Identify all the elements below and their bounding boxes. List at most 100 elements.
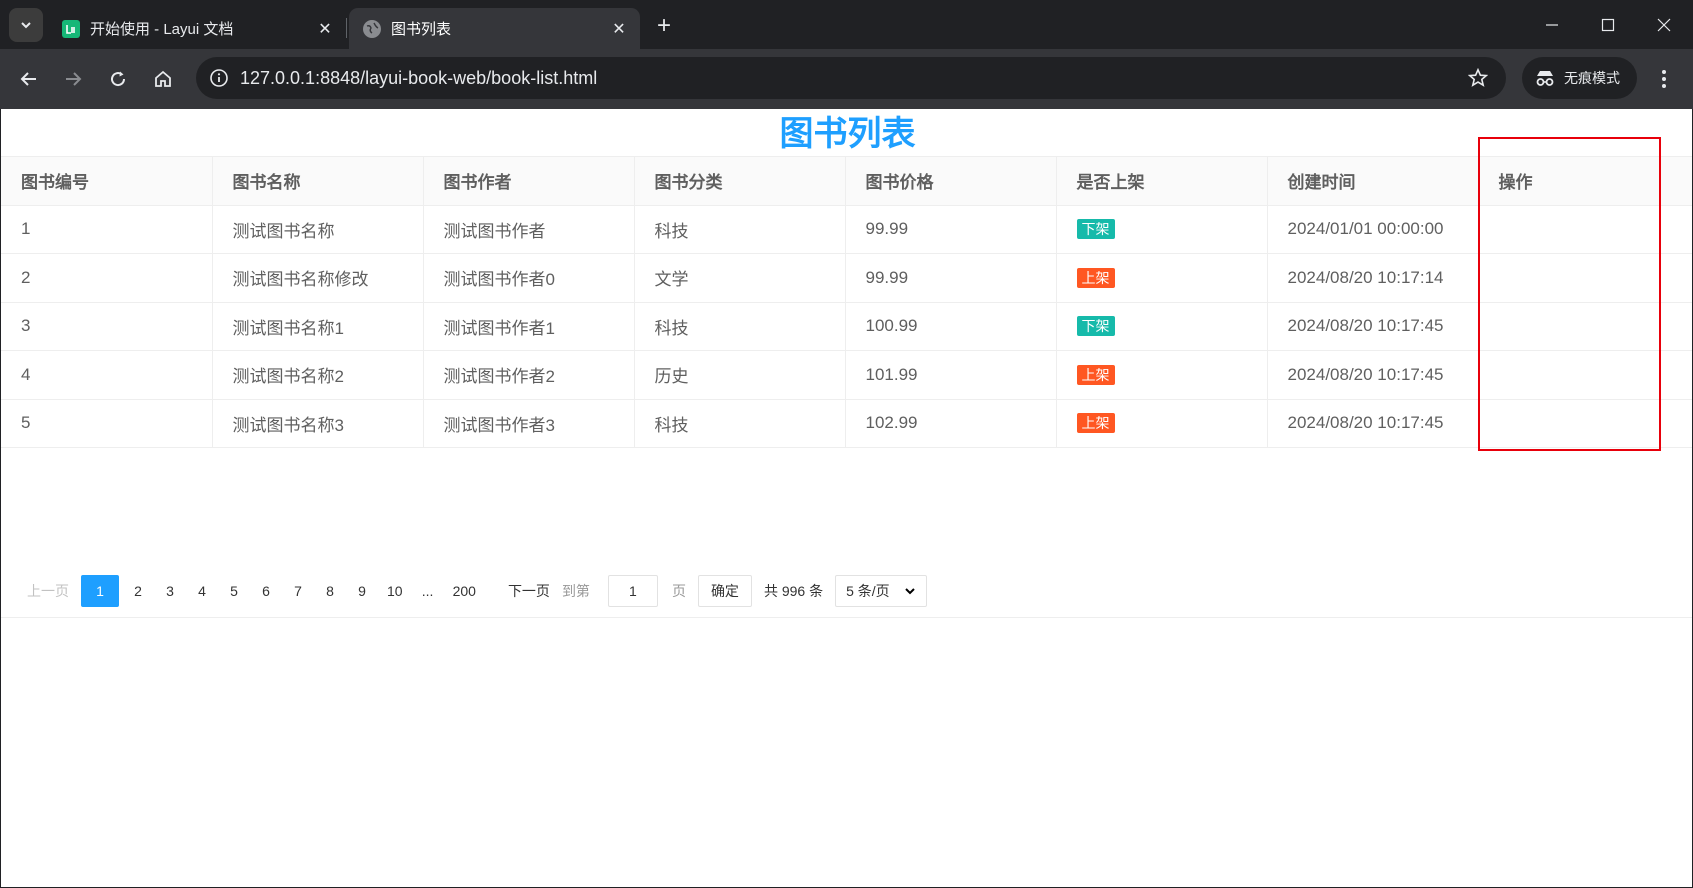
- back-button[interactable]: [13, 63, 45, 95]
- cell-category: 文学: [634, 253, 846, 303]
- cell-id: 5: [1, 399, 213, 448]
- tab-search-button[interactable]: [9, 8, 43, 42]
- cell-status: 上架: [1056, 350, 1268, 400]
- table-header-row: 图书编号 图书名称 图书作者 图书分类 图书价格 是否上架 创建时间 操作: [1, 156, 1692, 206]
- cell-category: 科技: [634, 399, 846, 448]
- header-book-price[interactable]: 图书价格: [845, 156, 1057, 206]
- address-bar[interactable]: 127.0.0.1:8848/layui-book-web/book-list.…: [196, 57, 1506, 99]
- cell-price: 101.99: [845, 350, 1057, 400]
- cell-category: 历史: [634, 350, 846, 400]
- page-button[interactable]: 9: [349, 575, 375, 607]
- table-row[interactable]: 4 测试图书名称2 测试图书作者2 历史 101.99 上架 2024/08/2…: [1, 350, 1692, 400]
- page-button[interactable]: 7: [285, 575, 311, 607]
- prev-page-button[interactable]: 上一页: [21, 575, 75, 607]
- new-tab-button[interactable]: +: [650, 12, 678, 40]
- minimize-icon: [1546, 23, 1558, 26]
- cell-name: 测试图书名称1: [212, 302, 424, 351]
- tab-layui-docs[interactable]: 开始使用 - Layui 文档 ✕: [48, 8, 346, 49]
- bookmark-star-icon[interactable]: [1466, 66, 1490, 90]
- header-created-time[interactable]: 创建时间: [1267, 156, 1479, 206]
- table-row[interactable]: 1 测试图书名称 测试图书作者 科技 99.99 下架 2024/01/01 0…: [1, 205, 1692, 254]
- maximize-button[interactable]: [1580, 0, 1636, 49]
- page-button[interactable]: 6: [253, 575, 279, 607]
- reload-icon: [111, 71, 126, 87]
- page-size-select[interactable]: 5 条/页: [835, 574, 928, 607]
- goto-page-input[interactable]: 1: [607, 574, 658, 607]
- header-book-category[interactable]: 图书分类: [634, 156, 846, 206]
- cell-created: 2024/08/20 10:17:45: [1267, 302, 1479, 351]
- close-icon: [1657, 18, 1671, 31]
- incognito-icon: [1534, 68, 1556, 88]
- cell-id: 4: [1, 350, 213, 400]
- home-button[interactable]: [147, 63, 179, 95]
- page-button[interactable]: 10: [381, 575, 409, 607]
- cell-name: 测试图书名称2: [212, 350, 424, 400]
- cell-author: 测试图书作者1: [423, 302, 635, 351]
- book-table: 图书编号 图书名称 图书作者 图书分类 图书价格 是否上架 创建时间 操作 1 …: [1, 156, 1692, 448]
- tab-book-list[interactable]: 图书列表 ✕: [349, 8, 640, 49]
- header-on-shelf[interactable]: 是否上架: [1056, 156, 1268, 206]
- cell-author: 测试图书作者0: [423, 253, 635, 303]
- incognito-indicator[interactable]: 无痕模式: [1522, 57, 1637, 99]
- cell-price: 99.99: [845, 205, 1057, 254]
- page-button[interactable]: 3: [157, 575, 183, 607]
- cell-status: 上架: [1056, 399, 1268, 448]
- status-badge: 上架: [1076, 413, 1115, 434]
- cell-created: 2024/08/20 10:17:14: [1267, 253, 1479, 303]
- cell-price: 102.99: [845, 399, 1057, 448]
- header-book-author[interactable]: 图书作者: [423, 156, 635, 206]
- globe-icon: [363, 19, 381, 38]
- cell-status: 上架: [1056, 253, 1268, 303]
- layui-logo-icon: [62, 19, 80, 38]
- cell-price: 99.99: [845, 253, 1057, 303]
- page-button[interactable]: 2: [125, 575, 151, 607]
- chevron-down-icon: [21, 22, 31, 29]
- page-title: 图书列表: [779, 115, 916, 153]
- page-button-current[interactable]: 1: [81, 574, 119, 607]
- site-info-icon[interactable]: [208, 67, 230, 89]
- header-book-id[interactable]: 图书编号: [1, 156, 213, 206]
- arrow-right-icon: [66, 72, 82, 86]
- status-badge: 上架: [1076, 364, 1115, 385]
- page-button[interactable]: 4: [189, 575, 215, 607]
- more-vertical-icon: [1662, 70, 1666, 88]
- goto-confirm-button[interactable]: 确定: [697, 574, 752, 607]
- actions-column-highlight: [1478, 137, 1661, 451]
- cell-name: 测试图书名称: [212, 205, 424, 254]
- close-tab-icon[interactable]: ✕: [610, 20, 628, 38]
- goto-label: 到第: [561, 582, 590, 599]
- close-tab-icon[interactable]: ✕: [316, 20, 334, 38]
- browser-toolbar: 127.0.0.1:8848/layui-book-web/book-list.…: [0, 49, 1693, 109]
- page-button[interactable]: 8: [317, 575, 343, 607]
- table-row[interactable]: 5 测试图书名称3 测试图书作者3 科技 102.99 上架 2024/08/2…: [1, 399, 1692, 448]
- browser-menu-button[interactable]: [1648, 63, 1680, 95]
- next-page-button[interactable]: 下一页: [502, 575, 556, 607]
- table-row[interactable]: 3 测试图书名称1 测试图书作者1 科技 100.99 下架 2024/08/2…: [1, 302, 1692, 351]
- cell-name: 测试图书名称修改: [212, 253, 424, 303]
- reload-button[interactable]: [102, 63, 134, 95]
- page-button[interactable]: 5: [221, 575, 247, 607]
- cell-id: 1: [1, 205, 213, 254]
- cell-status: 下架: [1056, 302, 1268, 351]
- browser-tab-bar: 开始使用 - Layui 文档 ✕ 图书列表 ✕ +: [0, 0, 1693, 49]
- cell-created: 2024/08/20 10:17:45: [1267, 350, 1479, 400]
- cell-status: 下架: [1056, 205, 1268, 254]
- close-window-button[interactable]: [1636, 0, 1692, 49]
- cell-author: 测试图书作者2: [423, 350, 635, 400]
- tab-title: 图书列表: [391, 21, 452, 38]
- pagination: 上一页 1 2 3 4 5 6 7 8 9 10 ... 200 下一页 到第 …: [1, 564, 1692, 618]
- home-icon: [155, 70, 171, 87]
- maximize-icon: [1601, 18, 1615, 31]
- url-text[interactable]: 127.0.0.1:8848/layui-book-web/book-list.…: [240, 68, 1466, 89]
- page-viewport: 图书列表 图书编号 图书名称 图书作者 图书分类 图书价格 是否上架 创建时间 …: [0, 109, 1693, 888]
- arrow-left-icon: [20, 72, 36, 86]
- page-size-value: 5 条/页: [846, 582, 890, 599]
- last-page-button[interactable]: 200: [447, 575, 482, 607]
- forward-button[interactable]: [57, 63, 89, 95]
- table-row[interactable]: 2 测试图书名称修改 测试图书作者0 文学 99.99 上架 2024/08/2…: [1, 253, 1692, 303]
- cell-author: 测试图书作者: [423, 205, 635, 254]
- minimize-button[interactable]: [1524, 0, 1580, 49]
- total-count: 共 996 条: [763, 582, 824, 599]
- header-book-name[interactable]: 图书名称: [212, 156, 424, 206]
- cell-author: 测试图书作者3: [423, 399, 635, 448]
